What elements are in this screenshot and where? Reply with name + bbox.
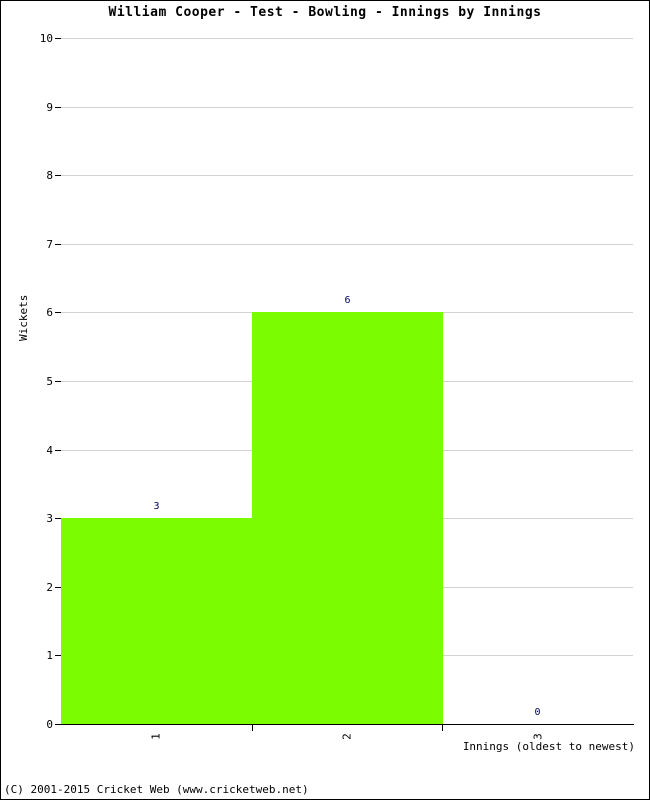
y-tick-label: 0 xyxy=(46,718,53,731)
x-tick-mark xyxy=(442,725,443,731)
x-tick-label: 2 xyxy=(340,733,354,740)
y-tick-mark xyxy=(55,724,62,725)
footer-divider xyxy=(1,771,649,772)
page-title: William Cooper - Test - Bowling - Inning… xyxy=(108,5,542,20)
y-tick-label: 9 xyxy=(46,101,53,114)
chart-page: William Cooper - Test - Bowling - Inning… xyxy=(0,0,650,800)
y-tick-label: 10 xyxy=(39,32,53,45)
bar-value-label: 6 xyxy=(344,295,351,306)
bar xyxy=(252,312,443,724)
bar-value-label: 0 xyxy=(534,707,541,718)
plot-area xyxy=(61,38,633,724)
bar-value-label: 3 xyxy=(153,501,160,512)
gridline xyxy=(61,175,633,176)
gridline xyxy=(61,107,633,108)
y-tick-label: 8 xyxy=(46,169,53,182)
x-tick-label: 1 xyxy=(149,733,163,740)
gridline xyxy=(61,244,633,245)
y-tick-label: 5 xyxy=(46,375,53,388)
y-tick-label: 4 xyxy=(46,444,53,457)
x-tick-mark xyxy=(252,725,253,731)
y-tick-label: 3 xyxy=(46,512,53,525)
x-axis-title: Innings (oldest to newest) xyxy=(462,740,635,753)
y-tick-label: 2 xyxy=(46,581,53,594)
footer-copyright: (C) 2001-2015 Cricket Web (www.cricketwe… xyxy=(4,783,309,796)
y-tick-label: 6 xyxy=(46,306,53,319)
x-axis-line xyxy=(61,724,634,725)
y-tick-label: 7 xyxy=(46,238,53,251)
bar xyxy=(61,518,252,724)
gridline xyxy=(61,38,633,39)
y-tick-label: 1 xyxy=(46,649,53,662)
